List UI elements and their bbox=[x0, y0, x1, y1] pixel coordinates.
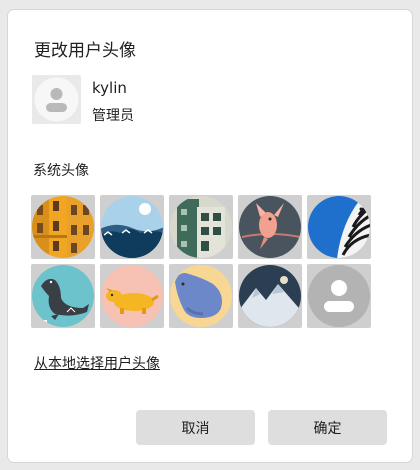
default-user-icon bbox=[308, 265, 370, 327]
avatar-snow-mountain[interactable] bbox=[238, 264, 302, 328]
change-avatar-dialog: 更改用户头像 kylin 管理员 系统头像 从本地选择用户头像 取消 确定 bbox=[8, 10, 412, 462]
avatar-zebra[interactable] bbox=[307, 195, 371, 259]
system-avatars-label: 系统头像 bbox=[33, 163, 89, 179]
avatar-yellow-building[interactable] bbox=[31, 195, 95, 259]
avatar-yellow-dog[interactable] bbox=[100, 264, 164, 328]
avatar-grid bbox=[31, 195, 376, 329]
cancel-button[interactable]: 取消 bbox=[136, 410, 255, 445]
choose-local-avatar-link[interactable]: 从本地选择用户头像 bbox=[34, 353, 160, 373]
avatar-ocean-wave[interactable] bbox=[100, 195, 164, 259]
avatar-green-building[interactable] bbox=[169, 195, 233, 259]
avatar-pink-bird[interactable] bbox=[238, 195, 302, 259]
current-avatar bbox=[32, 75, 81, 124]
avatar-seal[interactable] bbox=[31, 264, 95, 328]
avatar-default-user[interactable] bbox=[307, 264, 371, 328]
user-role: 管理员 bbox=[92, 108, 134, 124]
user-name: kylin bbox=[92, 79, 127, 97]
confirm-button[interactable]: 确定 bbox=[268, 410, 387, 445]
avatar-blue-creature[interactable] bbox=[169, 264, 233, 328]
dialog-title: 更改用户头像 bbox=[34, 41, 136, 61]
default-user-icon bbox=[34, 77, 79, 122]
